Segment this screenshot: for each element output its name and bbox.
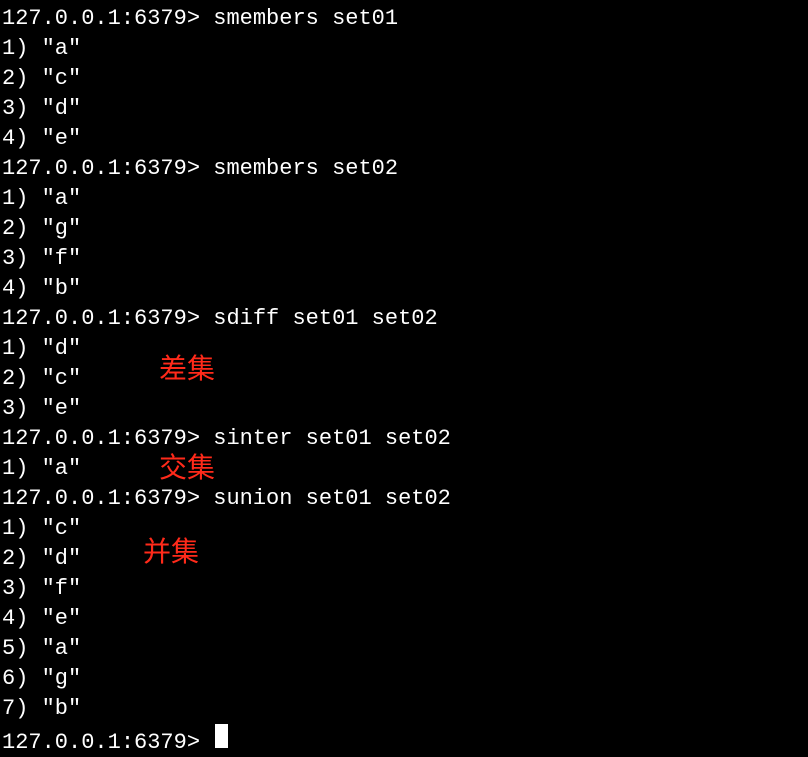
annotation-intersect: 交集	[159, 453, 215, 483]
command-line: 127.0.0.1:6379> sdiff set01 set02	[2, 304, 806, 334]
command-line-active[interactable]: 127.0.0.1:6379>	[2, 724, 806, 757]
result-line: 4) "b"	[2, 274, 806, 304]
prompt: 127.0.0.1:6379>	[2, 304, 200, 334]
result-line: 1) "a"	[2, 34, 806, 64]
result-line: 4) "e"	[2, 124, 806, 154]
terminal-output[interactable]: 127.0.0.1:6379> smembers set01 1) "a" 2)…	[2, 4, 806, 757]
command-line: 127.0.0.1:6379> sunion set01 set02	[2, 484, 806, 514]
command-text: sdiff set01 set02	[213, 304, 437, 334]
result-line: 1) "d"	[2, 334, 806, 364]
command-line: 127.0.0.1:6379> sinter set01 set02	[2, 424, 806, 454]
result-line: 4) "e"	[2, 604, 806, 634]
command-text: smembers set02	[213, 154, 398, 184]
command-text: sinter set01 set02	[213, 424, 451, 454]
command-text: smembers set01	[213, 4, 398, 34]
result-line: 7) "b"	[2, 694, 806, 724]
annotation-diff: 差集	[159, 354, 215, 384]
result-line: 2) "c"	[2, 364, 806, 394]
prompt: 127.0.0.1:6379>	[2, 154, 200, 184]
result-line: 1) "a"	[2, 454, 806, 484]
command-text: sunion set01 set02	[213, 484, 451, 514]
result-line: 3) "d"	[2, 94, 806, 124]
result-line: 2) "d"	[2, 544, 806, 574]
result-line: 1) "c"	[2, 514, 806, 544]
result-line: 6) "g"	[2, 664, 806, 694]
cursor-icon	[215, 724, 228, 748]
prompt: 127.0.0.1:6379>	[2, 484, 200, 514]
command-line: 127.0.0.1:6379> smembers set01	[2, 4, 806, 34]
prompt: 127.0.0.1:6379>	[2, 4, 200, 34]
result-line: 3) "e"	[2, 394, 806, 424]
annotation-union: 并集	[143, 537, 199, 567]
result-line: 3) "f"	[2, 244, 806, 274]
result-line: 3) "f"	[2, 574, 806, 604]
result-line: 5) "a"	[2, 634, 806, 664]
prompt: 127.0.0.1:6379>	[2, 424, 200, 454]
result-line: 2) "g"	[2, 214, 806, 244]
command-line: 127.0.0.1:6379> smembers set02	[2, 154, 806, 184]
result-line: 2) "c"	[2, 64, 806, 94]
prompt: 127.0.0.1:6379>	[2, 728, 200, 757]
result-line: 1) "a"	[2, 184, 806, 214]
